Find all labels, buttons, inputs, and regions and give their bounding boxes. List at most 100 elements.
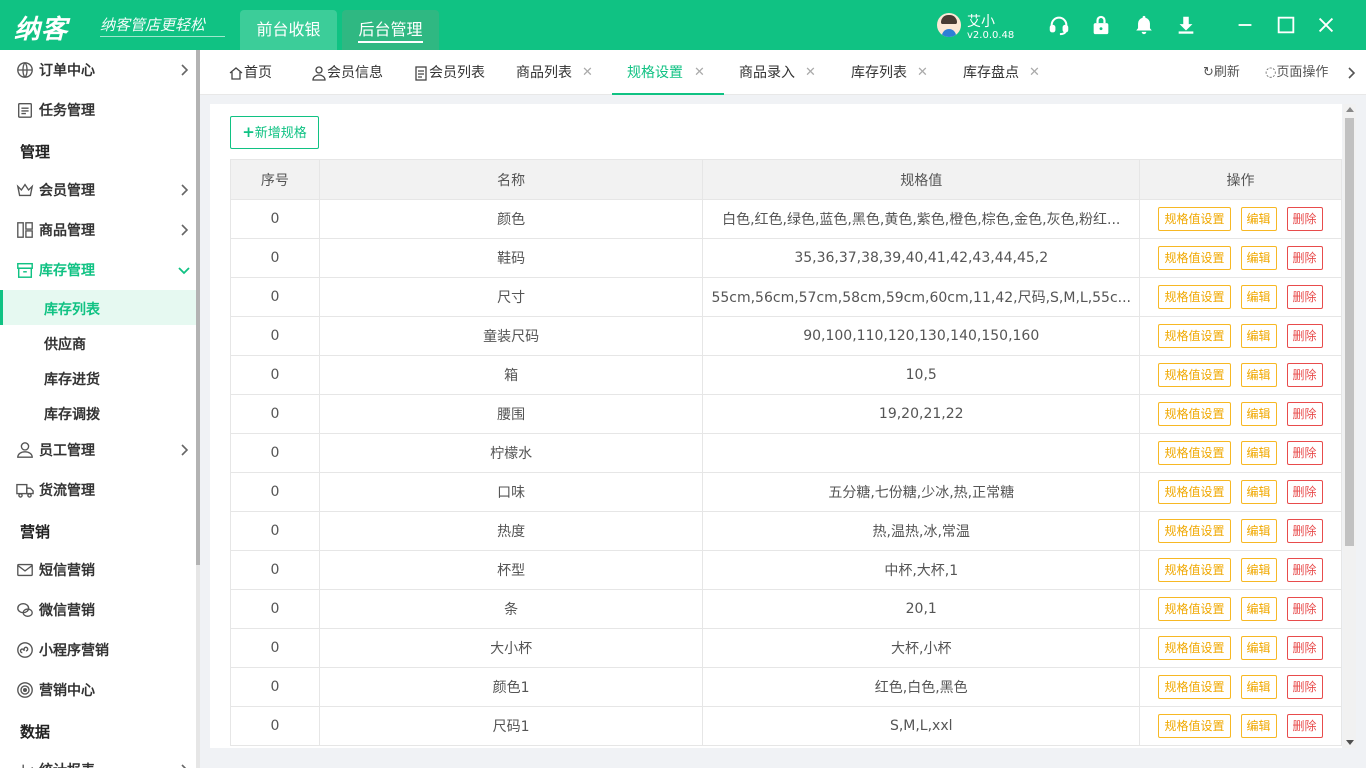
delete-button[interactable]: 删除 xyxy=(1286,519,1323,543)
tab-inventory-list[interactable]: 库存列表 ✕ xyxy=(851,50,931,95)
sidebar-subitem-supplier[interactable]: 供应商 xyxy=(0,325,196,360)
sidebar-item-label: 商品管理 xyxy=(39,223,95,239)
tab-close-icon[interactable]: ✕ xyxy=(917,50,928,96)
box-icon xyxy=(17,262,33,278)
refresh-button[interactable]: ↻刷新 xyxy=(1203,50,1240,95)
edit-button[interactable]: 编辑 xyxy=(1240,441,1277,465)
sidebar-item-miniprogram-marketing[interactable]: 小程序营销 xyxy=(0,630,196,670)
delete-button[interactable]: 删除 xyxy=(1286,324,1323,348)
spec-value-settings-button[interactable]: 规格值设置 xyxy=(1158,207,1231,231)
maximize-icon[interactable] xyxy=(1275,14,1297,36)
sidebar-item-staff-management[interactable]: 员工管理 xyxy=(0,430,196,470)
tab-inventory-count[interactable]: 库存盘点 ✕ xyxy=(963,50,1043,95)
row-number: 0 xyxy=(230,355,320,395)
sidebar-item-sms-marketing[interactable]: 短信营销 xyxy=(0,550,196,590)
edit-button[interactable]: 编辑 xyxy=(1240,480,1277,504)
row-actions: 规格值设置 编辑 删除 xyxy=(1139,589,1342,629)
edit-button[interactable]: 编辑 xyxy=(1240,324,1277,348)
edit-button[interactable]: 编辑 xyxy=(1240,246,1277,270)
topnav-front-cashier[interactable]: 前台收银 xyxy=(240,10,337,50)
sidebar-item-logistics-management[interactable]: 货流管理 xyxy=(0,470,196,510)
scroll-up-arrow-icon[interactable] xyxy=(1346,107,1354,112)
sidebar-scrollbar[interactable] xyxy=(196,50,200,768)
sidebar-subitem-inventory-transfer[interactable]: 库存调拨 xyxy=(0,395,196,430)
sidebar-item-inventory-management[interactable]: 库存管理 xyxy=(0,250,196,290)
sidebar-item-order-center[interactable]: 订单中心 xyxy=(0,50,196,90)
spec-value-settings-button[interactable]: 规格值设置 xyxy=(1158,402,1231,426)
scroll-down-arrow-icon[interactable] xyxy=(1346,740,1354,745)
minimize-icon[interactable] xyxy=(1234,14,1256,36)
sidebar-subitem-inventory-list[interactable]: 库存列表 xyxy=(0,290,196,325)
sidebar-item-task-management[interactable]: 任务管理 xyxy=(0,90,196,130)
spec-value-settings-button[interactable]: 规格值设置 xyxy=(1158,519,1231,543)
spec-value-settings-button[interactable]: 规格值设置 xyxy=(1158,246,1231,270)
page-operations-button[interactable]: ◌页面操作 xyxy=(1265,50,1328,95)
spec-value-settings-button[interactable]: 规格值设置 xyxy=(1158,285,1231,309)
spec-value-settings-button[interactable]: 规格值设置 xyxy=(1158,441,1231,465)
edit-button[interactable]: 编辑 xyxy=(1240,402,1277,426)
tab-product-list[interactable]: 商品列表 ✕ xyxy=(516,50,596,95)
lock-icon[interactable] xyxy=(1090,14,1112,36)
delete-button[interactable]: 删除 xyxy=(1286,441,1323,465)
edit-button[interactable]: 编辑 xyxy=(1240,597,1277,621)
table-row: 0 颜色 白色,红色,绿色,蓝色,黑色,黄色,紫色,橙色,棕色,金色,灰色,粉红..… xyxy=(230,199,1342,239)
delete-button[interactable]: 删除 xyxy=(1286,207,1323,231)
scrollbar-thumb[interactable] xyxy=(1345,118,1354,546)
tab-close-icon[interactable]: ✕ xyxy=(1029,50,1040,96)
table-row: 0 尺码1 S,M,L,xxl 规格值设置 编辑 删除 xyxy=(230,706,1342,746)
sidebar-item-product-management[interactable]: 商品管理 xyxy=(0,210,196,250)
edit-button[interactable]: 编辑 xyxy=(1240,519,1277,543)
edit-button[interactable]: 编辑 xyxy=(1240,675,1277,699)
tab-close-icon[interactable]: ✕ xyxy=(805,50,816,96)
spec-value-settings-button[interactable]: 规格值设置 xyxy=(1158,714,1231,738)
spec-value-settings-button[interactable]: 规格值设置 xyxy=(1158,636,1231,660)
edit-button[interactable]: 编辑 xyxy=(1240,285,1277,309)
row-actions: 规格值设置 编辑 删除 xyxy=(1139,238,1342,278)
tab-label: 商品列表 xyxy=(516,65,572,81)
sidebar-item-member-management[interactable]: 会员管理 xyxy=(0,170,196,210)
edit-button[interactable]: 编辑 xyxy=(1240,363,1277,387)
tab-spec-settings[interactable]: 规格设置 ✕ xyxy=(612,50,724,95)
bell-icon[interactable] xyxy=(1133,14,1155,36)
tab-member-info[interactable]: 会员信息 xyxy=(311,50,383,95)
delete-button[interactable]: 删除 xyxy=(1286,480,1323,504)
edit-button[interactable]: 编辑 xyxy=(1240,558,1277,582)
tab-member-list[interactable]: 会员列表 xyxy=(413,50,485,95)
delete-button[interactable]: 删除 xyxy=(1286,246,1323,270)
spec-value-settings-button[interactable]: 规格值设置 xyxy=(1158,324,1231,348)
tab-close-icon[interactable]: ✕ xyxy=(694,50,705,96)
tab-close-icon[interactable]: ✕ xyxy=(582,50,593,96)
table-row: 0 杯型 中杯,大杯,1 规格值设置 编辑 删除 xyxy=(230,550,1342,590)
headset-icon[interactable] xyxy=(1048,14,1070,36)
sidebar-subitem-inventory-purchase[interactable]: 库存进货 xyxy=(0,360,196,395)
spec-value-settings-button[interactable]: 规格值设置 xyxy=(1158,363,1231,387)
tab-home[interactable]: 首页 xyxy=(228,50,272,95)
spec-value-settings-button[interactable]: 规格值设置 xyxy=(1158,675,1231,699)
content-scrollbar[interactable] xyxy=(1343,104,1356,748)
delete-button[interactable]: 删除 xyxy=(1286,285,1323,309)
delete-button[interactable]: 删除 xyxy=(1286,714,1323,738)
spec-name: 大小杯 xyxy=(318,628,704,668)
edit-button[interactable]: 编辑 xyxy=(1240,207,1277,231)
sidebar-item-statistics-report[interactable]: 统计报表 xyxy=(0,750,196,768)
add-spec-button[interactable]: +新增规格 xyxy=(230,116,319,149)
spec-value-settings-button[interactable]: 规格值设置 xyxy=(1158,558,1231,582)
delete-button[interactable]: 删除 xyxy=(1286,597,1323,621)
delete-button[interactable]: 删除 xyxy=(1286,363,1323,387)
tab-product-entry[interactable]: 商品录入 ✕ xyxy=(739,50,819,95)
sidebar-item-marketing-center[interactable]: 营销中心 xyxy=(0,670,196,710)
delete-button[interactable]: 删除 xyxy=(1286,675,1323,699)
download-icon[interactable] xyxy=(1175,14,1197,36)
delete-button[interactable]: 删除 xyxy=(1286,558,1323,582)
edit-button[interactable]: 编辑 xyxy=(1240,714,1277,738)
edit-button[interactable]: 编辑 xyxy=(1240,636,1277,660)
delete-button[interactable]: 删除 xyxy=(1286,402,1323,426)
sidebar-item-wechat-marketing[interactable]: 微信营销 xyxy=(0,590,196,630)
spec-value-settings-button[interactable]: 规格值设置 xyxy=(1158,480,1231,504)
delete-button[interactable]: 删除 xyxy=(1286,636,1323,660)
row-actions: 规格值设置 编辑 删除 xyxy=(1139,316,1342,356)
topnav-back-office[interactable]: 后台管理 xyxy=(342,10,439,50)
close-icon[interactable] xyxy=(1315,14,1337,36)
refresh-label: 刷新 xyxy=(1213,65,1240,80)
spec-value-settings-button[interactable]: 规格值设置 xyxy=(1158,597,1231,621)
